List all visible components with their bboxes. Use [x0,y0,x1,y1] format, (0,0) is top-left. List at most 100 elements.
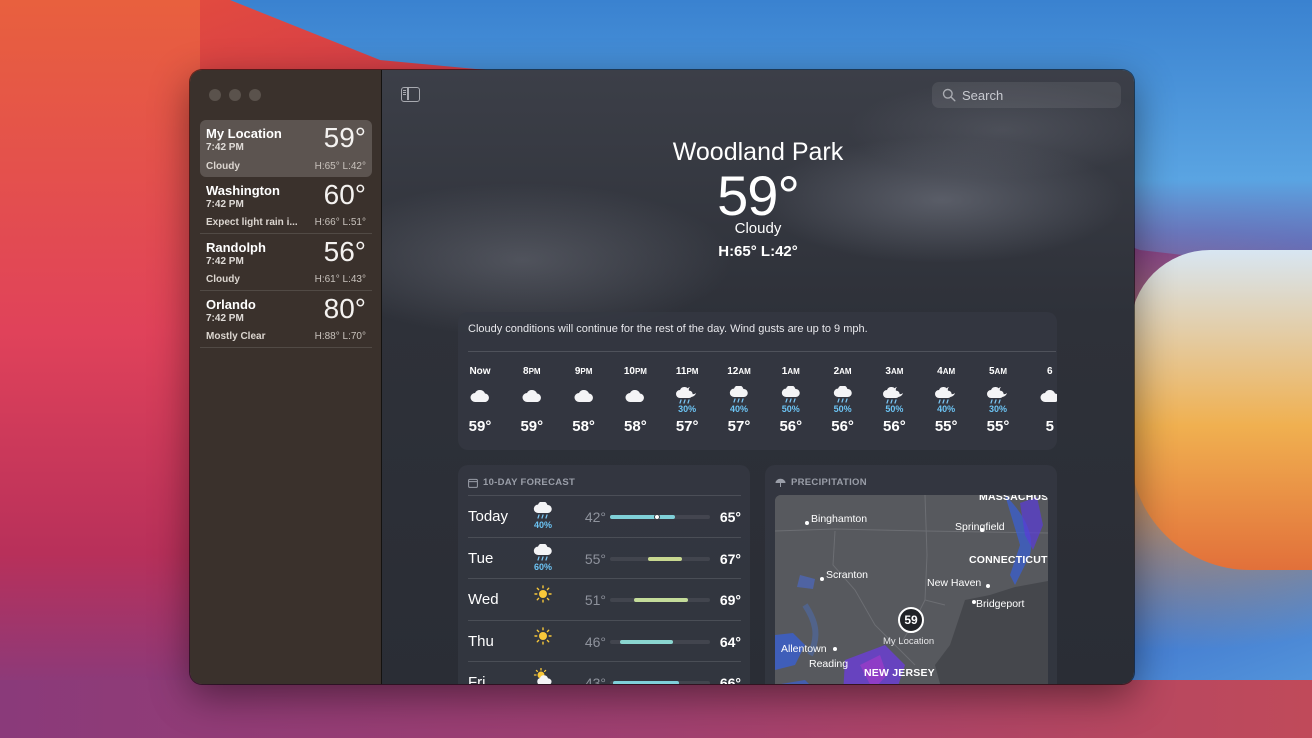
wallpaper-left [0,0,200,738]
forecast-high: 67° [719,550,741,567]
location-item-washington[interactable]: Washington 7:42 PM 60° Expect light rain… [200,177,372,234]
forecast-day: Wed [468,591,499,608]
map-label-allentown: Allentown [781,643,827,655]
hour-label: 2AM [833,366,852,377]
map-city-dot [833,647,837,651]
hour-temp: 58° [624,418,647,435]
location-temp: 59° [323,122,366,153]
location-high-low: H:65° L:42° [314,161,366,172]
location-item-my-location[interactable]: My Location 7:42 PM 59° Cloudy H:65° L:4… [200,120,372,177]
minimize-window-button[interactable] [229,89,241,101]
forecast-day: Thu [468,632,494,650]
precipitation-map[interactable]: MASSACHUS Binghamton Springfield CONNECT… [775,495,1048,684]
forecast-low: 51° [584,592,606,608]
hour-label: 9PM [574,366,593,377]
forecast-day: Today [468,508,509,525]
ten-day-forecast-header: 10-DAY FORECAST [468,477,575,488]
hour-column: 12AM 40% 57° [716,366,762,435]
forecast-row[interactable]: Wed 51° 69° [468,578,741,620]
temperature-range-fill [634,598,688,602]
hour-precip-chance: 40% [937,404,956,414]
hour-precip-chance [1027,404,1057,416]
hour-temp: 56° [883,418,906,435]
location-temp: 56° [323,236,366,267]
hourly-strip[interactable]: Now 59° 8PM 59° 9PM 58° 10PM 58° 11PM 30% 57° 12AM 4… [458,366,1057,446]
forecast-row[interactable]: Tue 60% 55° 67° [468,536,741,579]
precipitation-title: PRECIPITATION [791,477,867,488]
forecast-low: 42° [584,509,606,525]
hour-temp: 5 [1045,418,1054,435]
ten-day-forecast-card: 10-DAY FORECAST Today 40% 42° 65° Tue 60% 55° 6… [458,465,750,684]
sun-icon [530,585,556,615]
hour-precip-chance [458,404,503,416]
close-window-button[interactable] [209,89,221,101]
location-list: My Location 7:42 PM 59° Cloudy H:65° L:4… [200,120,372,348]
location-condition: Mostly Clear [206,331,266,342]
forecast-high: 65° [719,509,741,525]
hour-column: 3AM 50% 56° [871,366,917,435]
temperature-range-bar [610,598,710,602]
forecast-rows: Today 40% 42° 65° Tue 60% 55° 67° Wed 51° 69° Thu 46… [468,495,741,684]
hour-label: 6 [1047,366,1053,377]
hour-temp: 55° [934,418,958,435]
sidebar-toggle-icon[interactable] [401,87,420,102]
hourly-summary: Cloudy conditions will continue for the … [468,323,1056,352]
map-label-connecticut: CONNECTICUT [969,554,1048,566]
cloud-rain-icon: 40% [530,502,556,532]
forecast-precip-chance: 40% [533,520,552,530]
hour-precip-chance [561,404,607,416]
precipitation-header: PRECIPITATION [775,477,867,488]
hour-column: 65 [1027,366,1057,435]
hourly-forecast-card: Cloudy conditions will continue for the … [458,312,1057,450]
current-high-low: H:65° L:42° [718,243,798,260]
location-temp: 80° [323,293,366,324]
hour-label: 10PM [623,366,647,377]
hour-temp: 56° [779,418,803,435]
location-item-randolph[interactable]: Randolph 7:42 PM 56° Cloudy H:61° L:43° [200,234,372,291]
main-content: Woodland Park 59° Cloudy H:65° L:42° Clo… [382,70,1134,684]
my-location-marker[interactable]: 59 [898,607,924,633]
wallpaper-bottom [0,680,1312,738]
weather-window: My Location 7:42 PM 59° Cloudy H:65° L:4… [190,70,1134,684]
hour-column: 1AM 50% 56° [768,366,814,435]
umbrella-icon [775,478,786,487]
zoom-window-button[interactable] [249,89,261,101]
hour-precip-chance: 50% [885,404,904,414]
location-high-low: H:61° L:43° [314,274,366,285]
hour-temp: 58° [572,418,595,435]
temperature-range-fill [648,556,682,561]
hour-column: 5AM 30% 55° [975,366,1021,435]
hour-column: Now 59° [458,366,503,435]
map-city-dot [805,521,809,525]
temperature-range-bar [610,639,710,644]
location-condition: Cloudy [206,161,240,172]
search-input[interactable] [962,82,1112,108]
location-condition: Expect light rain i... [206,217,298,228]
temperature-range-fill [613,681,679,684]
location-item-orlando[interactable]: Orlando 7:42 PM 80° Mostly Clear H:88° L… [200,291,372,348]
hour-precip-chance [612,404,658,416]
temperature-range-fill [620,639,673,644]
hour-temp: 59° [468,418,492,435]
hour-column: 11PM 30% 57° [664,366,710,435]
temperature-range-fill [610,515,675,519]
map-city-dot [986,584,990,588]
my-location-caption: My Location [883,636,935,647]
forecast-row[interactable]: Today 40% 42° 65° [468,495,741,537]
search-field[interactable] [932,82,1121,108]
forecast-row[interactable]: Fri 43° 66° [468,661,741,684]
ten-day-forecast-title: 10-DAY FORECAST [483,477,576,488]
hour-label: 11PM [675,366,699,377]
hour-label: 12AM [727,366,751,377]
hour-label: Now [469,366,491,377]
map-label-reading: Reading [809,658,849,670]
cloud-rain-icon: 60% [530,543,556,574]
hour-precip-chance: 30% [988,404,1007,414]
hour-precip-chance: 50% [833,404,852,414]
hour-column: 4AM 40% 55° [923,366,969,435]
forecast-day: Tue [468,549,494,567]
forecast-row[interactable]: Thu 46° 64° [468,619,741,662]
hour-precip-chance: 40% [729,404,748,414]
temperature-range-bar [610,681,710,684]
forecast-high: 64° [719,633,741,650]
